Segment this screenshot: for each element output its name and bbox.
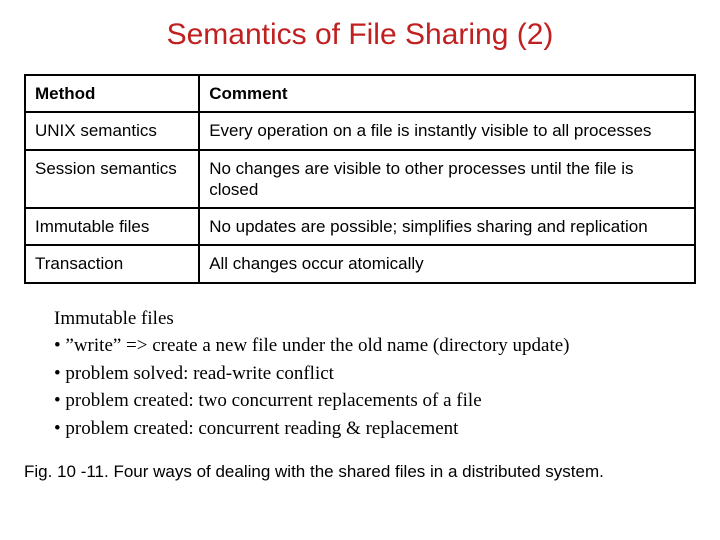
notes-heading: Immutable files <box>54 306 696 332</box>
notes-bullet-text: ”write” => create a new file under the o… <box>65 335 569 356</box>
slide: Semantics of File Sharing (2) Method Com… <box>0 0 720 540</box>
cell-method: UNIX semantics <box>25 112 199 149</box>
page-title: Semantics of File Sharing (2) <box>24 18 696 52</box>
cell-comment: No updates are possible; simplifies shar… <box>199 208 695 245</box>
notes-bullet-text: problem solved: read-write conflict <box>65 363 334 384</box>
notes-bullet-text: problem created: two concurrent replacem… <box>65 390 481 411</box>
col-header-comment: Comment <box>199 75 695 112</box>
cell-method: Session semantics <box>25 150 199 209</box>
cell-comment: No changes are visible to other processe… <box>199 150 695 209</box>
notes-bullet: • problem created: two concurrent replac… <box>54 388 696 414</box>
notes-block: Immutable files • ”write” => create a ne… <box>54 306 696 442</box>
table-row: UNIX semantics Every operation on a file… <box>25 112 695 149</box>
semantics-table: Method Comment UNIX semantics Every oper… <box>24 74 696 284</box>
table-row: Transaction All changes occur atomically <box>25 245 695 282</box>
table-header-row: Method Comment <box>25 75 695 112</box>
notes-bullet: • ”write” => create a new file under the… <box>54 333 696 359</box>
cell-method: Transaction <box>25 245 199 282</box>
table-row: Session semantics No changes are visible… <box>25 150 695 209</box>
table-row: Immutable files No updates are possible;… <box>25 208 695 245</box>
notes-bullet-text: problem created: concurrent reading & re… <box>65 418 458 439</box>
cell-comment: All changes occur atomically <box>199 245 695 282</box>
notes-bullet: • problem solved: read-write conflict <box>54 361 696 387</box>
figure-caption: Fig. 10 -11. Four ways of dealing with t… <box>24 462 696 482</box>
notes-bullet: • problem created: concurrent reading & … <box>54 416 696 442</box>
col-header-method: Method <box>25 75 199 112</box>
cell-method: Immutable files <box>25 208 199 245</box>
cell-comment: Every operation on a file is instantly v… <box>199 112 695 149</box>
